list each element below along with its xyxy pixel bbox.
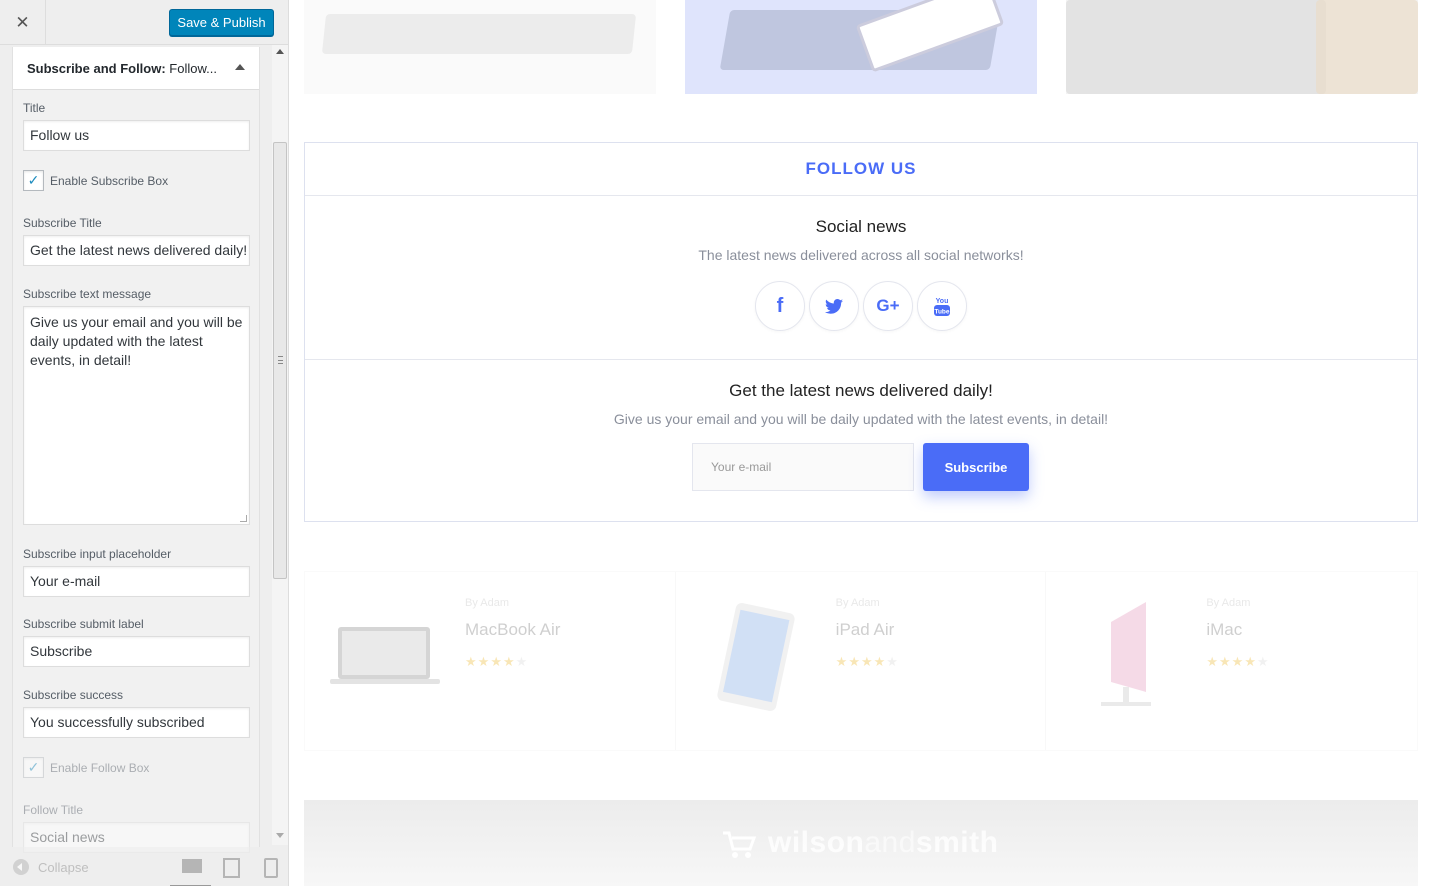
star-rating: ★★★★★: [836, 654, 899, 670]
star-icon: ★: [502, 654, 516, 669]
subscribe-message: Give us your email and you will be daily…: [613, 411, 1109, 427]
collapse-icon[interactable]: [13, 859, 29, 875]
subscribe-title-input[interactable]: Get the latest news delivered daily!: [23, 235, 250, 266]
section-panel: Subscribe and Follow: Follow... Title Fo…: [12, 47, 260, 853]
scroll-down-icon[interactable]: [276, 833, 284, 838]
site-preview: FOLLOW US Social news The latest news de…: [289, 0, 1433, 886]
star-icon: ★: [848, 654, 861, 669]
follow-us-title: FOLLOW US: [805, 159, 917, 178]
success-label: Subscribe success: [23, 688, 124, 702]
sidebar-scrollbar[interactable]: [272, 45, 288, 845]
tablet-icon[interactable]: [222, 858, 240, 878]
laptop-keys-image: [1066, 0, 1418, 94]
social-news-title: Social news: [815, 217, 907, 236]
star-icon: ★: [860, 654, 874, 669]
follow-title-label: Follow Title: [23, 803, 84, 817]
grip-icon: [278, 356, 283, 364]
enable-follow-row[interactable]: ✓ Enable Follow Box: [23, 757, 149, 778]
star-icon: ★: [477, 654, 491, 669]
star-icon: ★: [515, 654, 529, 669]
title-input[interactable]: Follow us: [23, 120, 250, 151]
subscribe-title: Get the latest news delivered daily!: [729, 381, 993, 400]
product-name[interactable]: iMac: [1206, 620, 1242, 640]
enable-subscribe-label: Enable Subscribe Box: [50, 173, 169, 188]
scroll-up-icon[interactable]: [276, 49, 284, 54]
submit-label-label: Subscribe submit label: [23, 617, 144, 631]
enable-subscribe-checkbox[interactable]: ✓: [23, 170, 44, 191]
placeholder-input[interactable]: Your e-mail: [23, 566, 250, 597]
subscribe-text-textarea[interactable]: Give us your email and you will be daily…: [23, 306, 250, 525]
customizer-sidebar: ✕ Save & Publish Subscribe and Follow: F…: [0, 0, 289, 886]
enable-subscribe-row[interactable]: ✓ Enable Subscribe Box: [23, 170, 168, 191]
star-icon: ★: [1219, 654, 1232, 669]
cart-icon: [723, 831, 756, 858]
star-icon: ★: [1244, 654, 1257, 669]
divider: [305, 359, 1417, 360]
twitter-icon[interactable]: [809, 281, 859, 331]
svg-text:You: You: [936, 298, 949, 305]
collapse-arrow-icon[interactable]: [235, 64, 245, 70]
product-list: By Adam MacBook Air ★★★★★ By Adam iPad A…: [304, 571, 1418, 751]
star-icon: ★: [873, 654, 887, 669]
product-author: By Adam: [835, 597, 880, 609]
section-header[interactable]: Subscribe and Follow: Follow...: [13, 47, 259, 90]
star-rating: ★★★★★: [1206, 654, 1269, 670]
save-publish-button[interactable]: Save & Publish: [169, 9, 274, 36]
star-icon: ★: [886, 654, 899, 669]
checkmark-icon: ✓: [27, 172, 40, 188]
success-input[interactable]: You successfully subscribed: [23, 707, 250, 738]
placeholder-label: Subscribe input placeholder: [23, 547, 172, 561]
follow-us-widget: FOLLOW US Social news The latest news de…: [304, 142, 1418, 522]
submit-label-input[interactable]: Subscribe: [23, 636, 250, 667]
product-card[interactable]: By Adam MacBook Air ★★★★★: [305, 572, 676, 750]
email-input[interactable]: Your e-mail: [692, 443, 914, 491]
product-card[interactable]: By Adam iPad Air ★★★★★: [676, 572, 1047, 750]
keyboard-image: [304, 0, 656, 94]
subscribe-text-value: Give us your email and you will be daily…: [30, 314, 243, 368]
mobile-icon[interactable]: [263, 858, 279, 878]
follow-us-header: FOLLOW US: [305, 143, 1417, 196]
star-icon: ★: [1256, 654, 1270, 669]
social-news-subtitle: The latest news delivered across all soc…: [698, 247, 1024, 263]
social-icons: f G+ You Tube: [755, 281, 969, 331]
star-icon: ★: [1206, 654, 1219, 669]
customizer-window: ✕ Save & Publish Subscribe and Follow: F…: [0, 0, 1433, 886]
site-footer: wilsonandsmith: [304, 800, 1418, 886]
macbook-image: [330, 627, 440, 684]
resize-grip-icon[interactable]: [240, 515, 247, 522]
product-card[interactable]: By Adam iMac ★★★★★: [1046, 572, 1417, 750]
customizer-header: ✕ Save & Publish: [0, 0, 288, 45]
enable-follow-checkbox[interactable]: ✓: [23, 757, 44, 778]
close-icon: ✕: [15, 12, 30, 32]
facebook-icon[interactable]: f: [755, 281, 805, 331]
product-name[interactable]: MacBook Air: [465, 620, 560, 640]
product-name[interactable]: iPad Air: [836, 620, 895, 640]
subscribe-button[interactable]: Subscribe: [923, 443, 1029, 491]
youtube-icon[interactable]: You Tube: [917, 281, 967, 331]
google-plus-icon[interactable]: G+: [863, 281, 913, 331]
star-icon: ★: [1231, 654, 1245, 669]
checkmark-icon: ✓: [27, 759, 40, 775]
section-title: Subscribe and Follow: Follow...: [27, 61, 217, 76]
enable-follow-label: Enable Follow Box: [50, 760, 150, 775]
brand-logo[interactable]: wilsonandsmith: [768, 826, 998, 860]
star-icon: ★: [490, 654, 503, 669]
product-author: By Adam: [465, 597, 510, 609]
ipad-image: [717, 602, 795, 712]
subscribe-text-label: Subscribe text message: [23, 287, 152, 301]
title-label: Title: [23, 101, 46, 115]
svg-text:Tube: Tube: [934, 309, 949, 316]
star-rating: ★★★★★: [465, 654, 528, 670]
collapse-button[interactable]: Collapse: [38, 860, 89, 875]
subscribe-title-label: Subscribe Title: [23, 216, 102, 230]
star-icon: ★: [835, 654, 849, 669]
star-icon: ★: [465, 654, 478, 669]
customizer-footer: Collapse: [0, 847, 288, 886]
ipad-keyboard-image: [685, 0, 1037, 94]
desktop-icon[interactable]: [182, 858, 202, 874]
imac-image: [1101, 602, 1152, 706]
close-button[interactable]: ✕: [0, 0, 46, 45]
scrollbar-thumb[interactable]: [273, 142, 287, 579]
product-author: By Adam: [1206, 597, 1251, 609]
